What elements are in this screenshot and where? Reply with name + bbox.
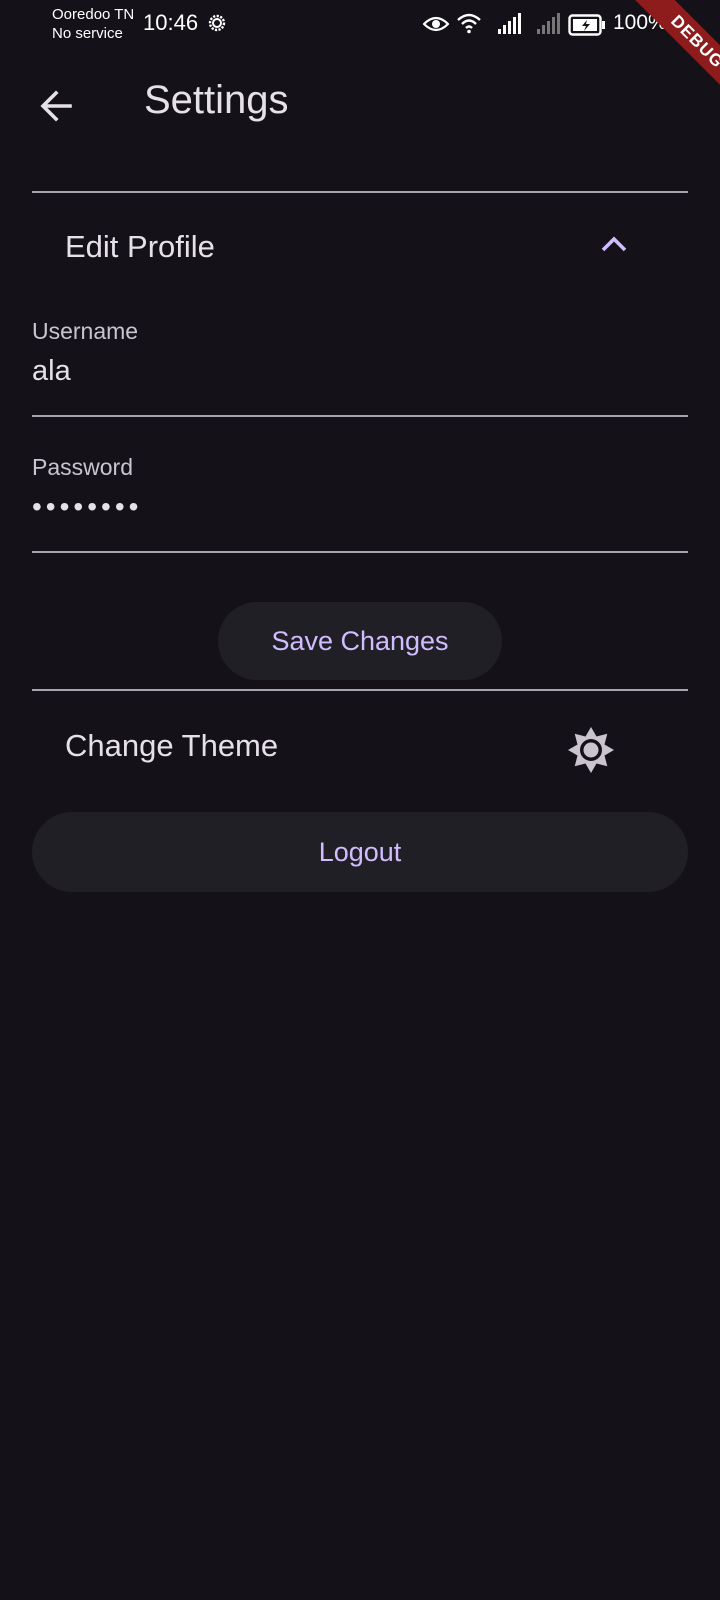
divider [32, 689, 688, 691]
save-changes-button[interactable]: Save Changes [218, 602, 502, 680]
signal-icon [537, 13, 560, 34]
username-label: Username [32, 318, 139, 344]
status-time: 10:46 [143, 10, 199, 35]
eye-icon [423, 16, 449, 32]
edit-profile-title: Edit Profile [65, 229, 215, 264]
service-status: No service [52, 25, 123, 42]
brightness-icon[interactable] [567, 726, 615, 774]
change-theme-title: Change Theme [65, 728, 279, 763]
username-input[interactable] [32, 348, 688, 394]
settings-screen: Ooredoo TN No service 10:46 100% DEBUG S… [0, 0, 720, 1600]
divider [32, 191, 688, 193]
password-underline [32, 551, 688, 553]
status-bar: Ooredoo TN No service 10:46 100% [0, 0, 720, 50]
username-field: Username [32, 318, 688, 414]
username-underline [32, 415, 688, 417]
signal-icon [498, 13, 521, 34]
page-title: Settings [144, 78, 289, 122]
logout-button[interactable]: Logout [32, 812, 688, 892]
edit-profile-header[interactable]: Edit Profile [32, 203, 688, 295]
carrier-name: Ooredoo TN [52, 6, 135, 23]
battery-charging-icon [568, 14, 605, 36]
password-label: Password [32, 454, 133, 480]
chevron-up-icon [601, 236, 627, 252]
arrow-back-icon [40, 90, 72, 122]
back-button[interactable] [32, 82, 80, 130]
carrier-info: Ooredoo TN No service [52, 5, 134, 43]
wifi-icon [457, 13, 481, 34]
password-input[interactable] [32, 484, 688, 530]
settings-gear-icon [208, 14, 226, 32]
password-field: Password [32, 454, 688, 550]
